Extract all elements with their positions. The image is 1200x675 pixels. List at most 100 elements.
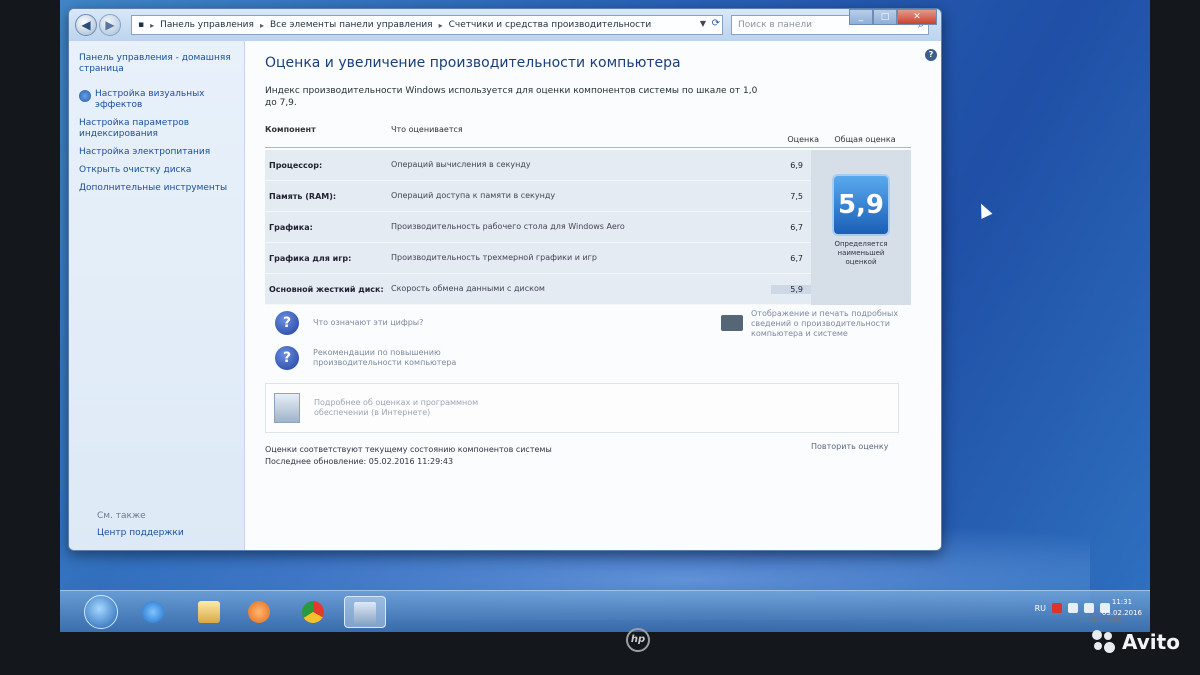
- taskbar-media-player[interactable]: [238, 596, 280, 628]
- help-what-numbers-mean[interactable]: ? Что означают эти цифры?: [275, 311, 513, 335]
- taskbar-internet-explorer[interactable]: [132, 596, 174, 628]
- window-body: Панель управления - домашняя страница На…: [69, 41, 941, 550]
- table-row: Графика для игр: Производительность трех…: [265, 243, 811, 274]
- row-description: Скорость обмена данными с диском: [391, 284, 545, 293]
- rerun-assessment-link[interactable]: Повторить оценку: [811, 442, 888, 451]
- row-score-lowest: 5,9: [771, 284, 811, 294]
- alert-icon[interactable]: [1052, 603, 1062, 613]
- status-last-update: Последнее обновление: 05.02.2016 11:29:4…: [265, 457, 454, 466]
- avito-watermark: Avito: [1092, 630, 1180, 654]
- table-header: Компонент Что оценивается Оценка Общая о…: [265, 125, 911, 148]
- volume-icon[interactable]: [1084, 603, 1094, 613]
- sidebar: Панель управления - домашняя страница На…: [69, 41, 245, 550]
- sidebar-item-label: Настройка визуальных эффектов: [95, 89, 205, 110]
- table-row: Память (RAM): Операций доступа к памяти …: [265, 181, 811, 212]
- col-score: Оценка: [787, 135, 819, 144]
- help-icon[interactable]: ?: [925, 49, 937, 61]
- taskbar-chrome[interactable]: [292, 596, 334, 628]
- overall-score-panel: 5,9 Определяется наименьшей оценкой: [811, 150, 911, 305]
- table-row: Основной жесткий диск: Скорость обмена д…: [265, 274, 811, 305]
- performance-icon: [354, 602, 376, 624]
- folder-icon: [198, 601, 220, 623]
- table-row: Графика: Производительность рабочего сто…: [265, 212, 811, 243]
- row-description: Производительность трехмерной графики и …: [391, 253, 597, 262]
- close-button[interactable]: ✕: [897, 9, 937, 25]
- print-details-text: Отображение и печать подробных сведений …: [751, 309, 899, 338]
- col-what: Что оценивается: [391, 125, 463, 134]
- overall-score-note: Определяется наименьшей оценкой: [834, 240, 888, 266]
- shield-icon: [79, 90, 91, 102]
- table-rows: Процессор: Операций вычисления в секунду…: [265, 150, 811, 305]
- sidebar-item-advanced-tools[interactable]: Дополнительные инструменты: [79, 183, 234, 194]
- media-player-icon: [248, 601, 270, 623]
- taskbar-file-explorer[interactable]: [188, 596, 230, 628]
- language-indicator[interactable]: RU: [1035, 604, 1046, 613]
- help-link-text: Что означают эти цифры?: [313, 318, 424, 327]
- sidebar-item-visual-effects[interactable]: Настройка визуальных эффектов: [79, 89, 234, 111]
- minimize-button[interactable]: _: [849, 9, 873, 25]
- printer-icon: [721, 315, 743, 331]
- software-info-link[interactable]: Подробнее об оценках и программном обесп…: [265, 383, 899, 433]
- row-description: Производительность рабочего стола для Wi…: [391, 222, 625, 231]
- sidebar-home-link[interactable]: Панель управления - домашняя страница: [79, 53, 234, 75]
- sidebar-item-indexing[interactable]: Настройка параметров индексирования: [79, 118, 234, 140]
- main-content: ? Оценка и увеличение производительности…: [245, 41, 941, 550]
- network-icon[interactable]: [1068, 603, 1078, 613]
- internet-explorer-icon: [142, 601, 164, 623]
- back-button[interactable]: ◀: [75, 14, 97, 36]
- hp-logo: hp: [626, 628, 650, 652]
- row-component: Графика для игр:: [269, 253, 352, 263]
- beats-audio-label: Beats Audio: [1080, 616, 1122, 624]
- page-title: Оценка и увеличение производительности к…: [265, 55, 681, 71]
- software-info-text: Подробнее об оценках и программном обесп…: [314, 398, 479, 417]
- overall-score-badge: 5,9: [832, 174, 890, 236]
- desktop-screen: ◀ ▶ ▪ ▸ Панель управления ▸ Все элементы…: [60, 0, 1150, 632]
- address-dropdown-icon[interactable]: ▼: [700, 19, 706, 28]
- breadcrumb-control-panel[interactable]: Панель управления: [154, 20, 260, 30]
- sidebar-item-disk-cleanup[interactable]: Открыть очистку диска: [79, 165, 234, 176]
- support-center-link[interactable]: Центр поддержки: [97, 528, 184, 538]
- forward-button[interactable]: ▶: [99, 14, 121, 36]
- maximize-button[interactable]: □: [873, 9, 897, 25]
- search-placeholder: Поиск в панели: [738, 20, 812, 30]
- start-button[interactable]: [84, 595, 118, 629]
- row-score: 6,7: [790, 253, 803, 263]
- system-tray: RU: [1035, 603, 1110, 613]
- row-description: Операций доступа к памяти в секунду: [391, 191, 556, 200]
- mouse-cursor-icon: [975, 201, 993, 219]
- row-component: Память (RAM):: [269, 191, 337, 201]
- col-component: Компонент: [265, 125, 316, 134]
- help-tips-link[interactable]: ? Рекомендации по повышению производител…: [275, 346, 513, 370]
- row-description: Операций вычисления в секунду: [391, 160, 531, 169]
- row-score: 7,5: [790, 191, 803, 201]
- table-body: Процессор: Операций вычисления в секунду…: [265, 150, 911, 305]
- address-bar[interactable]: ▪ ▸ Панель управления ▸ Все элементы пан…: [131, 15, 723, 35]
- question-icon: ?: [275, 311, 299, 335]
- row-component: Процессор:: [269, 160, 323, 170]
- col-overall: Общая оценка: [834, 135, 896, 144]
- row-score: 6,9: [790, 160, 803, 170]
- see-also-heading: См. также: [97, 511, 146, 521]
- clock-time: 11:31: [1111, 598, 1133, 606]
- help-link-text: Рекомендации по повышению производительн…: [313, 348, 457, 367]
- performance-window: ◀ ▶ ▪ ▸ Панель управления ▸ Все элементы…: [68, 8, 942, 551]
- laptop-bezel: ◀ ▶ ▪ ▸ Панель управления ▸ Все элементы…: [0, 0, 1200, 675]
- avito-logo-icon: [1092, 630, 1116, 654]
- refresh-icon[interactable]: ⟳: [712, 18, 720, 29]
- folder-icon: ▪: [138, 20, 145, 30]
- breadcrumb-all-items[interactable]: Все элементы панели управления: [264, 20, 439, 30]
- software-box-icon: [274, 393, 300, 423]
- window-controls: _ □ ✕: [849, 9, 937, 25]
- sidebar-item-power[interactable]: Настройка электропитания: [79, 147, 234, 158]
- print-details-link[interactable]: Отображение и печать подробных сведений …: [721, 309, 901, 339]
- breadcrumb-performance[interactable]: Счетчики и средства производительности: [443, 20, 658, 30]
- chrome-icon: [302, 601, 324, 623]
- score-table: Компонент Что оценивается Оценка Общая о…: [265, 125, 911, 305]
- row-component: Основной жесткий диск:: [269, 284, 384, 294]
- table-row: Процессор: Операций вычисления в секунду…: [265, 150, 811, 181]
- avito-text: Avito: [1122, 630, 1180, 654]
- intro-text: Индекс производительности Windows исполь…: [265, 86, 758, 108]
- row-score: 6,7: [790, 222, 803, 232]
- window-titlebar: ◀ ▶ ▪ ▸ Панель управления ▸ Все элементы…: [69, 9, 941, 41]
- taskbar-performance-window[interactable]: [344, 596, 386, 628]
